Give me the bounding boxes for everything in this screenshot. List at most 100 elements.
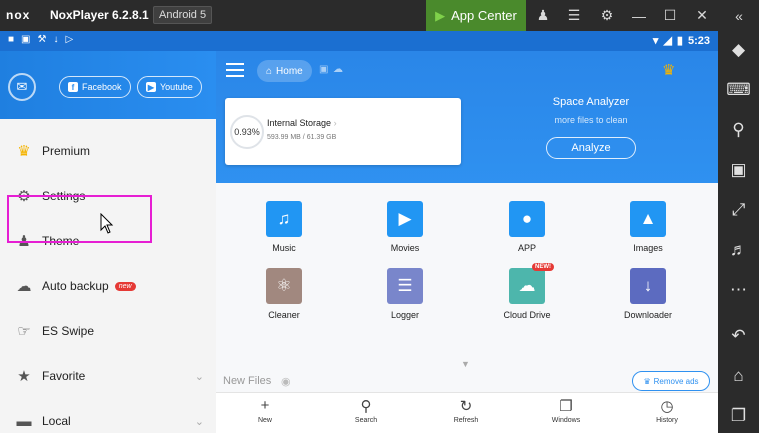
- window-title: NoxPlayer 6.2.8.1: [50, 8, 149, 22]
- expand-more-icon[interactable]: ▼: [461, 359, 470, 369]
- settings-highlight-box: [7, 195, 152, 243]
- eraser-icon[interactable]: ◆: [718, 37, 759, 63]
- message-icon[interactable]: ▣: [319, 64, 328, 75]
- broom-icon: ⚛: [266, 268, 302, 304]
- category-cleaner[interactable]: ⚛ Cleaner: [239, 268, 329, 328]
- history-icon: ◷: [660, 398, 674, 415]
- category-app[interactable]: ● APP: [482, 201, 572, 261]
- windows-button[interactable]: ❐ Windows: [536, 397, 596, 424]
- clock-time: 5:23: [687, 34, 710, 47]
- recent-apps-icon[interactable]: ❐: [718, 403, 759, 429]
- signal-icon: ◢: [663, 35, 672, 47]
- drawer-item-local[interactable]: ▬ Local ⌄: [0, 401, 216, 433]
- file-explorer-main: ⌂ Home ▣ ☁ ♛ 0.93% Internal Storage › 59…: [216, 51, 718, 433]
- refresh-icon: ↻: [459, 398, 473, 415]
- home-icon[interactable]: ⌂: [718, 363, 759, 389]
- drawer-item-label: Auto backup: [42, 279, 109, 293]
- youtube-button[interactable]: ▶ Youtube: [137, 76, 202, 98]
- category-music[interactable]: ♫ Music: [239, 201, 329, 261]
- system-indicators: ▾ ◢ ▮ 5:23: [652, 34, 710, 48]
- home-breadcrumb[interactable]: ⌂ Home: [257, 60, 312, 82]
- keyboard-icon[interactable]: ⌨: [718, 77, 759, 103]
- refresh-button[interactable]: ↻ Refresh: [436, 397, 496, 424]
- drawer-item-label: ES Swipe: [42, 324, 95, 338]
- swipe-icon: ☞: [17, 323, 31, 340]
- music-icon: ♫: [266, 201, 302, 237]
- cloud-icon[interactable]: ☁: [333, 64, 343, 75]
- category-logger[interactable]: ☰ Logger: [360, 268, 450, 328]
- logger-icon: ☰: [387, 268, 423, 304]
- drawer-item-favorite[interactable]: ★ Favorite ⌄: [0, 356, 216, 396]
- gear-icon[interactable]: ⚙: [594, 0, 620, 31]
- drawer-item-premium[interactable]: ♛ Premium: [0, 131, 216, 171]
- category-movies[interactable]: ▶ Movies: [360, 201, 450, 261]
- windows-icon: ❐: [559, 398, 573, 415]
- app-center-label: App Center: [451, 8, 517, 23]
- play-store-icon: ▶: [435, 7, 446, 23]
- nox-emulator-window: nox NoxPlayer 6.2.8.1 Android 5 ▶ App Ce…: [0, 0, 759, 433]
- category-label: APP: [517, 243, 536, 253]
- bottom-label: Refresh: [453, 417, 479, 424]
- screen-icon[interactable]: ▣: [718, 157, 759, 183]
- new-button[interactable]: + New: [235, 397, 295, 424]
- fullscreen-icon[interactable]: ⤢: [718, 197, 759, 223]
- bottom-label: Windows: [551, 417, 581, 424]
- more-icon[interactable]: ⋯: [718, 277, 759, 303]
- menu-icon[interactable]: ☰: [561, 0, 587, 31]
- space-analyzer-subtitle: more files to clean: [554, 115, 628, 125]
- space-analyzer-title: Space Analyzer: [552, 96, 630, 108]
- drawer-item-es-swipe[interactable]: ☞ ES Swipe: [0, 311, 216, 351]
- notification-icons: ■ ▣ ⚒ ↓ ▷: [8, 34, 73, 45]
- drawer-item-label: Premium: [42, 144, 91, 158]
- remove-ads-button[interactable]: ♛ Remove ads: [632, 371, 710, 391]
- cloud-icon: ☁: [16, 278, 32, 295]
- search-button[interactable]: ⚲ Search: [336, 397, 396, 424]
- category-label: Logger: [390, 310, 420, 320]
- category-label: Images: [633, 243, 663, 253]
- star-icon: ★: [17, 368, 31, 385]
- nox-logo: nox: [6, 8, 31, 22]
- drawer-item-auto-backup[interactable]: ☁ Auto backup new: [0, 266, 216, 306]
- storage-usage-ring: 0.93%: [230, 115, 264, 149]
- new-files-heading: New Files: [223, 375, 272, 387]
- download-icon: ↓: [630, 268, 666, 304]
- new-badge: new: [114, 281, 136, 291]
- drawer-item-label: Favorite: [42, 369, 86, 383]
- chevron-down-icon: ⌄: [194, 415, 204, 428]
- history-button[interactable]: ◷ History: [637, 397, 697, 424]
- app-center-button[interactable]: ▶ App Center: [426, 0, 526, 31]
- home-icon: ⌂: [266, 65, 273, 77]
- bottom-label: History: [656, 417, 678, 424]
- tshirt-icon[interactable]: ♟: [530, 0, 556, 31]
- navigation-drawer: ✉ f Facebook ▶ Youtube ♛ Premium ⚙ Setti…: [0, 51, 216, 433]
- mail-icon[interactable]: ✉: [8, 73, 36, 101]
- facebook-button[interactable]: f Facebook: [59, 76, 131, 98]
- crown-icon: ♛: [643, 376, 651, 386]
- eye-icon[interactable]: ◉: [281, 375, 291, 388]
- facebook-label: Facebook: [82, 82, 122, 92]
- back-icon[interactable]: ↶: [718, 323, 759, 349]
- analyze-button[interactable]: Analyze: [546, 137, 636, 159]
- minimize-icon[interactable]: —: [626, 0, 652, 31]
- internal-storage-card[interactable]: 0.93% Internal Storage › 593.99 MB / 61.…: [225, 98, 461, 165]
- category-downloader[interactable]: ↓ Downloader: [603, 268, 693, 328]
- close-icon[interactable]: ✕: [689, 0, 715, 31]
- maximize-icon[interactable]: ☐: [657, 0, 683, 31]
- collapse-icon[interactable]: «: [726, 0, 752, 31]
- volume-icon[interactable]: ♬: [718, 237, 759, 263]
- emulator-side-toolbar: ◆ ⌨ ⚲ ▣ ⤢ ♬ ⋯ ↶ ⌂ ❐: [718, 31, 759, 433]
- android-status-bar: ■ ▣ ⚒ ↓ ▷ ▾ ◢ ▮ 5:23: [0, 31, 718, 51]
- battery-icon: ▮: [676, 35, 683, 47]
- android-screen: ■ ▣ ⚒ ↓ ▷ ▾ ◢ ▮ 5:23 ✉ f Facebook ▶ Yout…: [0, 31, 718, 433]
- bottom-label: New: [257, 417, 272, 424]
- hamburger-icon[interactable]: [226, 63, 244, 77]
- wifi-icon: ▾: [652, 35, 659, 47]
- category-images[interactable]: ▲ Images: [603, 201, 693, 261]
- crown-icon[interactable]: ♛: [662, 61, 675, 79]
- android-version-badge: Android 5: [153, 6, 213, 24]
- storage-percent: 0.93%: [234, 127, 260, 137]
- location-icon[interactable]: ⚲: [718, 117, 759, 143]
- search-icon: ⚲: [360, 398, 372, 415]
- remove-ads-label: Remove ads: [653, 376, 699, 386]
- category-cloud-drive[interactable]: ☁ NEW! Cloud Drive: [482, 263, 572, 328]
